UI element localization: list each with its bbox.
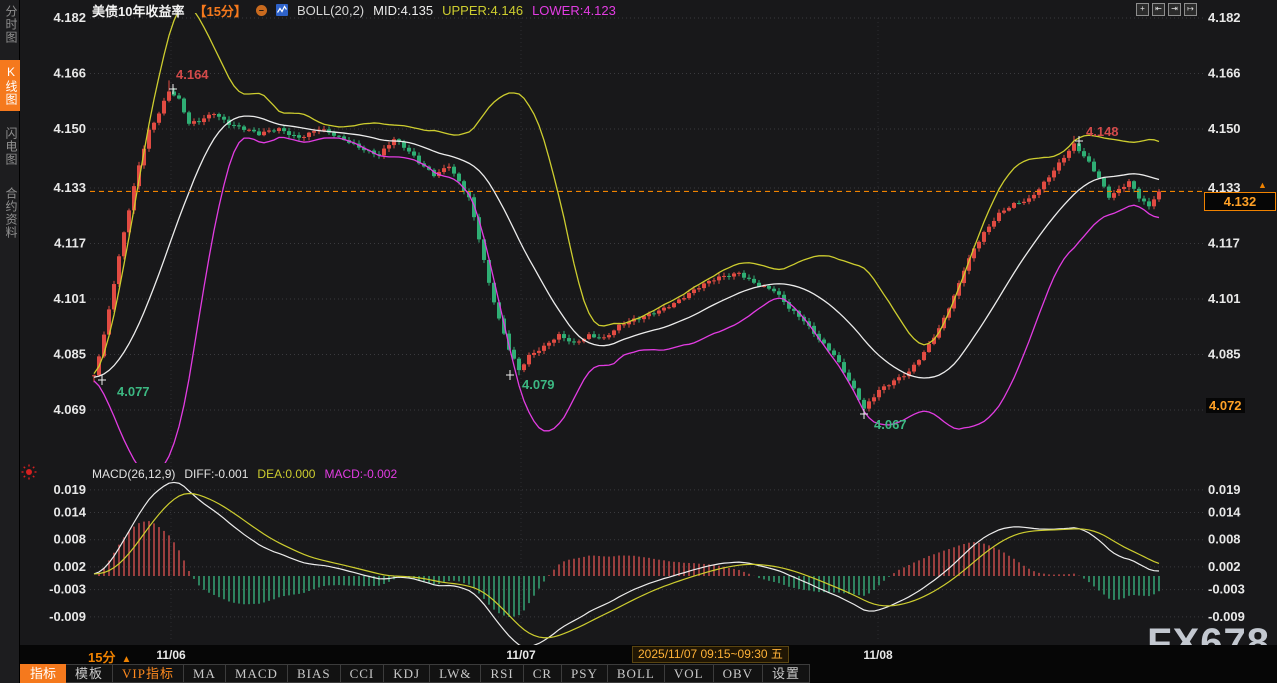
svg-text:4.164: 4.164 xyxy=(176,67,209,82)
macd-diff-value: DIFF:-0.001 xyxy=(184,467,248,481)
toolbar-button-CCI[interactable]: CCI xyxy=(341,664,385,683)
svg-text:4.101: 4.101 xyxy=(1208,291,1241,306)
svg-text:4.117: 4.117 xyxy=(54,235,86,250)
boll-mid-line xyxy=(94,116,1159,378)
time-axis-row: 15分▲ 2025/11/07 09:15~09:30 五 11/0611/07… xyxy=(20,645,1277,665)
svg-text:4.148: 4.148 xyxy=(1086,124,1119,139)
svg-text:4.150: 4.150 xyxy=(1208,121,1241,136)
macd-header: MACD(26,12,9) DIFF:-0.001 DEA:0.000 MACD… xyxy=(92,467,397,481)
toolbar-button-VIP指标[interactable]: VIP指标 xyxy=(113,664,184,683)
shift-right-icon[interactable]: ↦ xyxy=(1184,3,1197,16)
svg-text:4.101: 4.101 xyxy=(53,291,86,306)
session-low-tag: 4.072 xyxy=(1206,398,1245,413)
svg-text:0.019: 0.019 xyxy=(53,482,86,497)
svg-text:4.117: 4.117 xyxy=(1208,235,1240,250)
boll-bands-layer xyxy=(94,5,1159,476)
toolbar-button-KDJ[interactable]: KDJ xyxy=(384,664,430,683)
toolbar-button-PSY[interactable]: PSY xyxy=(562,664,608,683)
chart-header: 美债10年收益率【15分】 – BOLL(20,2) MID:4.135 UPP… xyxy=(92,2,616,18)
svg-text:4.067: 4.067 xyxy=(874,417,907,432)
price-chart-canvas[interactable]: 4.1824.1824.1664.1664.1504.1504.1334.133… xyxy=(0,0,1277,683)
toolbar-button-设置[interactable]: 设置 xyxy=(763,664,810,683)
svg-text:4.085: 4.085 xyxy=(1208,346,1241,361)
indicator-chart-icon xyxy=(276,4,288,16)
boll-lower-value: LOWER:4.123 xyxy=(532,3,616,18)
svg-text:-0.009: -0.009 xyxy=(49,609,86,624)
x-axis-label: 11/08 xyxy=(863,648,892,662)
svg-text:0.014: 0.014 xyxy=(1208,505,1241,520)
toolbar-button-CR[interactable]: CR xyxy=(524,664,562,683)
macd-params-label: MACD(26,12,9) xyxy=(92,467,175,481)
toolbar-button-BIAS[interactable]: BIAS xyxy=(288,664,341,683)
sidebar-tab-分时图[interactable]: 分时图 xyxy=(0,0,20,49)
grid-layer xyxy=(90,18,1203,640)
sidebar-tab-合约资料[interactable]: 合约资料 xyxy=(0,182,20,244)
boll-upper-value: UPPER:4.146 xyxy=(442,3,523,18)
toolbar-button-模板[interactable]: 模板 xyxy=(66,664,113,683)
sidebar-tab-K线图[interactable]: K线图 xyxy=(0,60,20,111)
toolbar-button-MA[interactable]: MA xyxy=(184,664,226,683)
svg-text:4.166: 4.166 xyxy=(53,65,86,80)
chart-type-sidebar: 分时图 K线图闪电图合约资料 xyxy=(0,0,20,683)
toolbar-button-MACD[interactable]: MACD xyxy=(226,664,288,683)
toolbar-button-BOLL[interactable]: BOLL xyxy=(608,664,665,683)
svg-text:0.019: 0.019 xyxy=(1208,482,1241,497)
svg-text:4.133: 4.133 xyxy=(53,180,86,195)
x-axis-label: 11/07 xyxy=(506,648,535,662)
indicator-toolbar: 指标模板VIP指标MAMACDBIASCCIKDJLW&RSICRPSYBOLL… xyxy=(20,664,1277,683)
x-axis-label: 11/06 xyxy=(156,648,185,662)
instrument-title: 美债10年收益率 xyxy=(92,1,184,20)
boll-upper-line xyxy=(94,5,1159,374)
chart-tool-icons: +⇤⇥↦ xyxy=(1136,3,1197,16)
scroll-left-icon[interactable]: ⇤ xyxy=(1152,3,1165,16)
trading-terminal-window: 4.1824.1824.1664.1664.1504.1504.1334.133… xyxy=(0,0,1277,683)
toolbar-button-指标[interactable]: 指标 xyxy=(20,664,66,683)
toolbar-button-LW&[interactable]: LW& xyxy=(430,664,481,683)
svg-text:0.008: 0.008 xyxy=(53,532,86,547)
svg-text:0.002: 0.002 xyxy=(1208,559,1241,574)
toolbar-button-OBV[interactable]: OBV xyxy=(714,664,763,683)
toolbar-button-VOL[interactable]: VOL xyxy=(665,664,714,683)
toolbar-button-RSI[interactable]: RSI xyxy=(481,664,523,683)
price-up-arrow-icon: ▲ xyxy=(1258,180,1267,190)
minus-circle-icon[interactable]: – xyxy=(256,5,267,16)
sidebar-tab-闪电图[interactable]: 闪电图 xyxy=(0,122,20,171)
annotations-layer: 4.164 4.148 4.077 4.079 4.067 xyxy=(98,67,1119,432)
svg-text:0.008: 0.008 xyxy=(1208,532,1241,547)
svg-text:4.182: 4.182 xyxy=(53,10,86,25)
svg-text:-0.003: -0.003 xyxy=(1208,582,1245,597)
time-range-tooltip: 2025/11/07 09:15~09:30 五 xyxy=(632,646,789,663)
svg-text:4.182: 4.182 xyxy=(1208,10,1241,25)
svg-text:4.085: 4.085 xyxy=(53,346,86,361)
current-price-tag: 4.132 xyxy=(1204,192,1276,211)
scroll-right-icon[interactable]: ⇥ xyxy=(1168,3,1181,16)
axis-labels-layer: 4.1824.1824.1664.1664.1504.1504.1334.133… xyxy=(49,10,1245,624)
macd-histogram-layer xyxy=(94,521,1159,617)
macd-macd-value: MACD:-0.002 xyxy=(324,467,397,481)
crosshair-icon[interactable]: + xyxy=(1136,3,1149,16)
indicator-settings-sun-icon[interactable] xyxy=(21,464,37,480)
boll-params-label: BOLL(20,2) xyxy=(297,3,364,18)
svg-text:4.077: 4.077 xyxy=(117,384,150,399)
interval-tag: 【15分】 xyxy=(193,1,246,20)
svg-text:4.150: 4.150 xyxy=(53,121,86,136)
svg-text:4.069: 4.069 xyxy=(53,402,86,417)
svg-text:4.166: 4.166 xyxy=(1208,65,1241,80)
svg-text:-0.003: -0.003 xyxy=(49,582,86,597)
boll-mid-value: MID:4.135 xyxy=(373,3,433,18)
svg-text:0.014: 0.014 xyxy=(53,505,86,520)
svg-text:4.079: 4.079 xyxy=(522,377,555,392)
candles-layer xyxy=(92,80,1161,416)
svg-text:0.002: 0.002 xyxy=(53,559,86,574)
macd-dea-value: DEA:0.000 xyxy=(257,467,315,481)
